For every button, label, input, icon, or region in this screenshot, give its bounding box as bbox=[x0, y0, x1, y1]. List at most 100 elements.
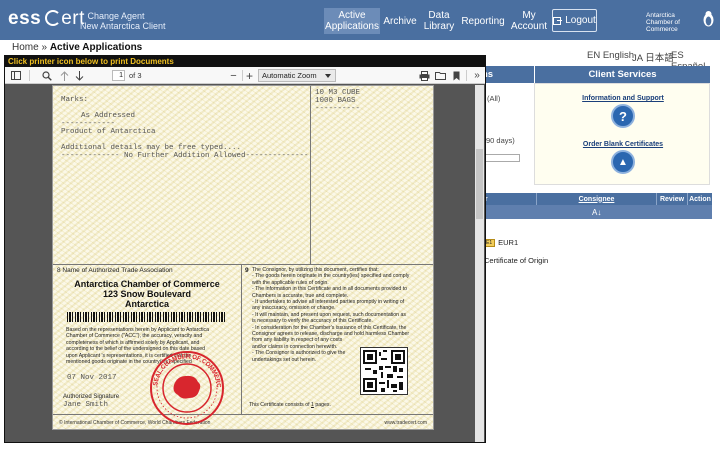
print-icon[interactable] bbox=[418, 69, 431, 82]
sidebar-toggle-icon[interactable] bbox=[9, 69, 22, 82]
filter-input[interactable] bbox=[485, 154, 520, 162]
page-count-label: of 3 bbox=[129, 71, 142, 80]
cert-quantity-cube: 10 M3 CUBE bbox=[315, 89, 361, 97]
authorized-signature-label: Authorized Signature bbox=[63, 394, 120, 400]
cert-marks-header: ----- -- -- ------ --- bbox=[61, 85, 161, 91]
nav-label: Library bbox=[423, 21, 455, 32]
breadcrumb-separator: » bbox=[41, 42, 48, 53]
association-country: Antarctica bbox=[124, 299, 169, 309]
sort-icon[interactable]: A↓ bbox=[592, 208, 601, 217]
search-icon[interactable] bbox=[40, 69, 53, 82]
logo-c-icon bbox=[45, 10, 62, 26]
cert-marks-label: Marks: bbox=[61, 96, 89, 104]
client-services-body: Information and Support ? Order Blank Ce… bbox=[534, 83, 710, 185]
client-services-header: Client Services bbox=[535, 66, 710, 83]
cert-quantity-bags: 1000 BAGS bbox=[315, 97, 356, 105]
change-agent-link[interactable]: Change Agent New Antarctica Client bbox=[80, 11, 166, 31]
nav-data-library[interactable]: Data Library bbox=[422, 8, 456, 34]
order-certificate-icon[interactable]: ▲ bbox=[611, 150, 635, 174]
nav-active-applications[interactable]: Active Applications bbox=[324, 8, 380, 34]
eur1-document-link[interactable]: E1 EUR1 bbox=[483, 238, 518, 247]
breadcrumb-home[interactable]: Home bbox=[12, 42, 39, 53]
nav-my-account[interactable]: My Account bbox=[510, 8, 548, 34]
nav-label: Data bbox=[428, 10, 450, 21]
lang-english[interactable]: EN English bbox=[587, 50, 634, 61]
pdf-scrollbar[interactable] bbox=[475, 85, 484, 442]
filter-all-option[interactable]: (All) bbox=[487, 94, 500, 103]
cert-column-divider bbox=[310, 86, 311, 264]
modal-instruction-title: Click printer icon below to print Docume… bbox=[5, 56, 485, 67]
tools-chevron-icon[interactable]: » bbox=[471, 69, 483, 82]
cert-barcode bbox=[67, 312, 227, 322]
cert-dashes: ------------ bbox=[61, 120, 116, 128]
lang-japanese[interactable]: JA 日本語 bbox=[632, 50, 674, 64]
change-agent-label: Change Agent bbox=[87, 11, 145, 21]
nav-label: Applications bbox=[325, 21, 379, 32]
penguin-logo-icon bbox=[703, 11, 714, 27]
chamber-seal-stamp-icon: SEAL CHAMBER OF COMMERCE 2010 bbox=[148, 349, 224, 425]
next-page-icon[interactable] bbox=[73, 69, 86, 82]
association-name: Antarctica Chamber of Commerce bbox=[74, 279, 220, 289]
open-file-icon[interactable] bbox=[434, 69, 447, 82]
section8-label: 8 Name of Authorized Trade Association bbox=[57, 267, 173, 274]
logo-text-ess: ess bbox=[8, 8, 42, 29]
certificate-of-origin-text: Certificate of Origin bbox=[484, 256, 549, 265]
nav-label: Active bbox=[338, 10, 366, 21]
chamber-brand: Antarctica Chamber of Commerce bbox=[646, 12, 698, 33]
nav-reporting[interactable]: Reporting bbox=[461, 8, 505, 34]
section9-number: 9 bbox=[245, 267, 249, 274]
consists-num: 1 bbox=[311, 402, 314, 408]
column-header-review: Review bbox=[657, 193, 688, 205]
eur1-label: EUR1 bbox=[498, 238, 519, 247]
nav-archive[interactable]: Archive bbox=[382, 8, 418, 34]
association-address: 123 Snow Boulevard bbox=[102, 289, 192, 299]
cert-issue-date: 07 Nov 2017 bbox=[67, 374, 117, 382]
filter-days-option[interactable]: 90 days) bbox=[486, 136, 515, 145]
help-question-icon[interactable]: ? bbox=[611, 104, 635, 128]
cert-section-divider bbox=[241, 264, 242, 414]
escert-logo[interactable]: ess ert bbox=[8, 8, 85, 30]
qr-code bbox=[360, 347, 408, 395]
logout-button[interactable]: Logout bbox=[552, 9, 597, 32]
top-nav-bar: ess ert Change Agent New Antarctica Clien… bbox=[0, 0, 720, 40]
cert-as-addressed: As Addressed bbox=[81, 112, 136, 120]
nav-label: Account bbox=[510, 21, 548, 32]
cert-no-further-addition: ------------- No Further Addition Allowe… bbox=[61, 152, 309, 160]
information-support-link[interactable]: Information and Support bbox=[535, 95, 711, 102]
pdf-toolbar: 1 of 3 − + Automatic Zoom » bbox=[5, 67, 485, 84]
cert-additional-details: Additional details may be free typed.... bbox=[61, 144, 242, 152]
bookmark-icon[interactable] bbox=[451, 69, 462, 82]
consists-post: pages. bbox=[315, 402, 331, 408]
consists-pre: This Certificate consists of bbox=[249, 402, 310, 408]
toolbar-separator bbox=[29, 70, 30, 81]
cert-quantity-dashes: ---------- bbox=[315, 105, 361, 113]
page-number-input[interactable]: 1 bbox=[112, 70, 125, 81]
agent-client-name: New Antarctica Client bbox=[80, 21, 166, 31]
page-count-statement: This Certificate consists of 1 pages. bbox=[249, 402, 331, 408]
nav-label: Archive bbox=[383, 15, 417, 27]
rep-line: Chamber of Commerce ("ACC"), the accurac… bbox=[66, 333, 203, 340]
breadcrumb: Home » Active Applications bbox=[12, 42, 142, 53]
toolbar-separator bbox=[466, 70, 467, 81]
logout-label: Logout bbox=[565, 15, 596, 26]
zoom-in-icon[interactable]: + bbox=[243, 69, 256, 83]
column-header-action: Action bbox=[688, 193, 712, 205]
brand-line2: Chamber of Commerce bbox=[646, 19, 680, 33]
logout-icon bbox=[553, 16, 563, 25]
order-blank-certificates-link[interactable]: Order Blank Certificates bbox=[535, 141, 711, 148]
applications-panel-header: ns bbox=[478, 66, 534, 83]
cert-row-divider bbox=[53, 264, 433, 265]
column-header-exporter[interactable]: er bbox=[478, 193, 537, 205]
nav-label: Reporting bbox=[461, 15, 505, 27]
zoom-out-icon[interactable]: − bbox=[228, 69, 239, 82]
zoom-select[interactable]: Automatic Zoom bbox=[258, 69, 336, 82]
declaration-line: - The goods herein originate in the coun… bbox=[252, 273, 410, 280]
cert-product-origin: Product of Antarctica bbox=[61, 128, 156, 136]
pdf-scroll-thumb[interactable] bbox=[476, 149, 483, 219]
declaration-line: - The information in this Certificate an… bbox=[252, 286, 408, 293]
pdf-viewer-modal: Click printer icon below to print Docume… bbox=[4, 55, 486, 443]
brand-line1: Antarctica bbox=[646, 12, 675, 19]
previous-page-icon[interactable] bbox=[58, 69, 71, 82]
column-header-consignee[interactable]: Consignee bbox=[537, 193, 657, 205]
nav-label: My bbox=[522, 10, 536, 21]
